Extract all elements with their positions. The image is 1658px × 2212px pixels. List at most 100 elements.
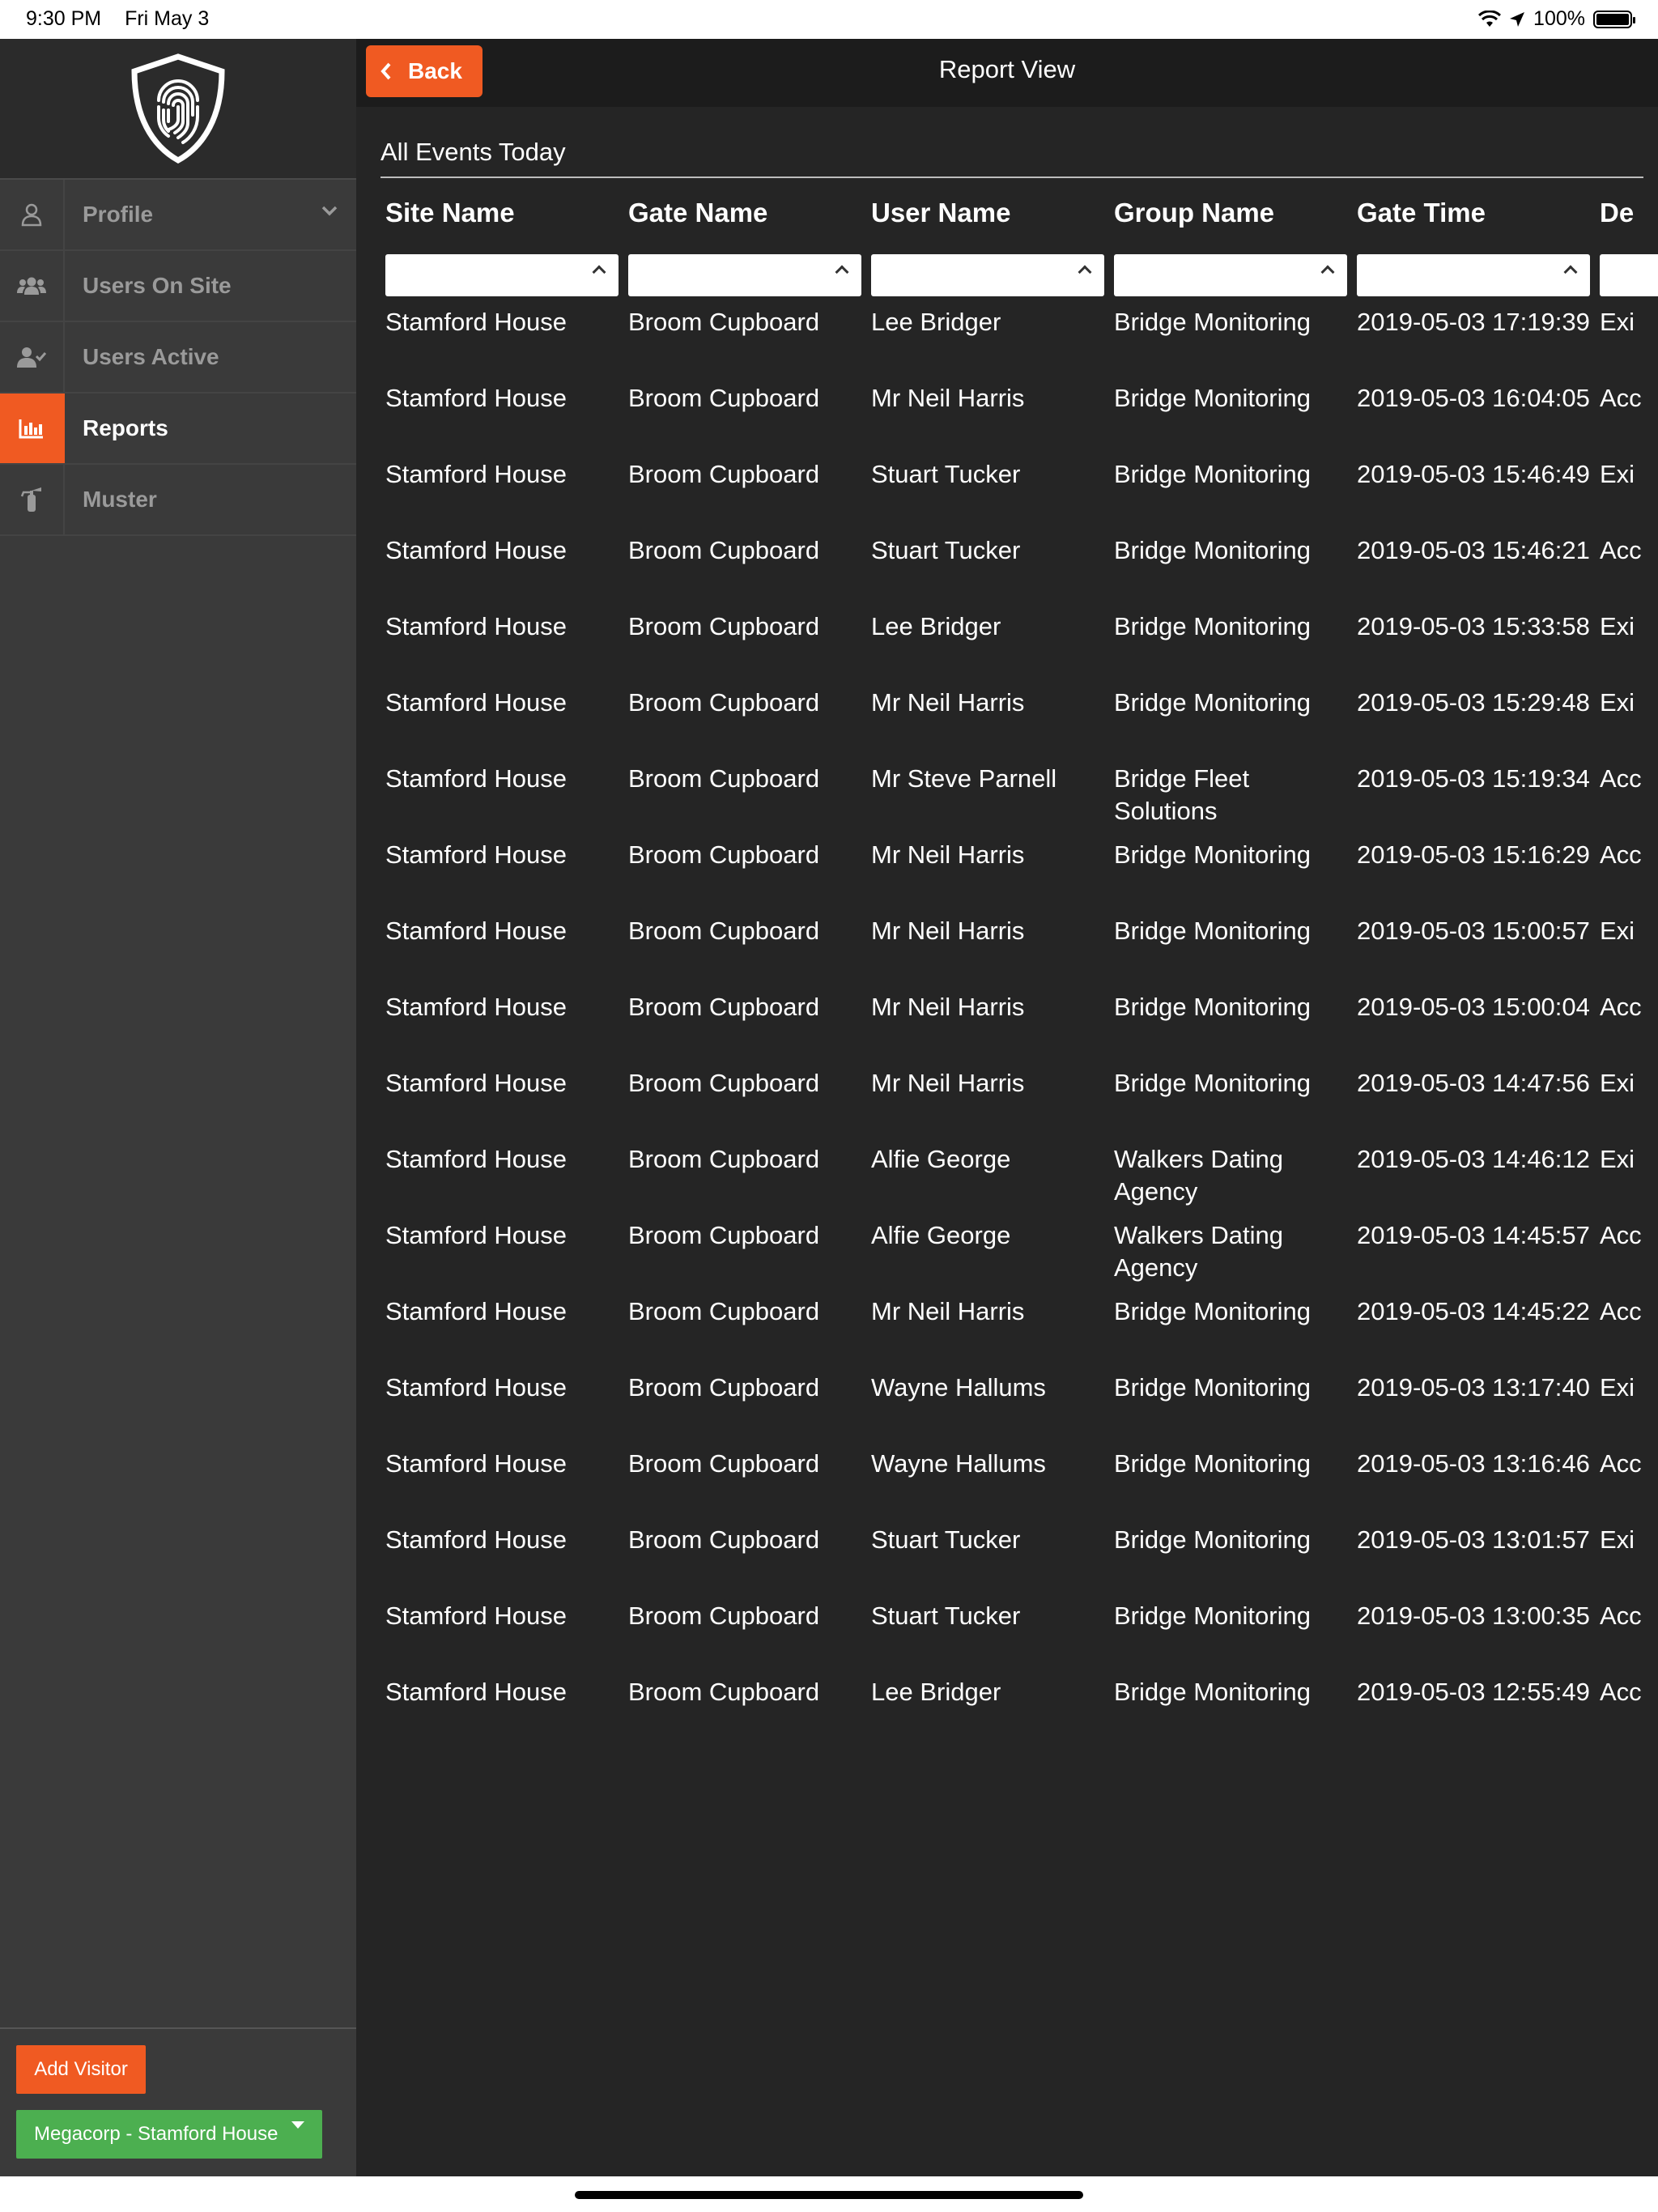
home-indicator [0,2176,1658,2212]
report-table-container[interactable]: Site Name Gate Name User Name Group Name… [385,198,1658,1749]
table-row[interactable]: Stamford House Broom Cupboard Stuart Tucke… [385,455,1658,531]
table-cell: Broom Cupboard [628,1221,820,1249]
table-cell: Stamford House [385,460,567,488]
table-cell: Stamford House [385,1221,567,1249]
table-row[interactable]: Stamford House Broom Cupboard Stuart Tucke… [385,531,1658,607]
divider [380,177,1643,178]
sidebar-item-reports[interactable]: Reports [0,393,356,465]
table-cell: Exi [1600,460,1635,488]
report-table-body: Stamford House Broom Cupboard Lee Bridger B… [385,303,1658,1749]
users-icon [17,277,46,295]
table-cell: 2019-05-03 17:19:39 [1357,308,1590,336]
location-arrow-icon [1510,11,1525,27]
table-cell: Broom Cupboard [628,764,820,793]
add-visitor-button[interactable]: Add Visitor [16,2045,146,2094]
site-select[interactable]: Megacorp - Stamford House [16,2110,322,2159]
table-cell: Acc [1600,536,1642,564]
table-cell: Broom Cupboard [628,1145,820,1173]
status-bar: 9:30 PM Fri May 3 100% [0,0,1658,39]
table-cell: Bridge Monitoring [1114,840,1311,869]
table-row[interactable]: Stamford House Broom Cupboard Mr Neil Harr… [385,379,1658,455]
home-indicator-bar[interactable] [575,2191,1083,2199]
table-cell: Mr Neil Harris [871,688,1025,717]
chevron-up-icon [1320,265,1335,279]
table-cell: 2019-05-03 15:29:48 [1357,688,1590,717]
column-filter-input[interactable] [1357,254,1590,296]
sidebar-item-label: Muster [83,487,157,512]
column-header[interactable]: Gate Name [628,198,871,254]
column-header[interactable]: User Name [871,198,1114,254]
column-header[interactable]: Gate Time [1357,198,1600,254]
table-cell: 2019-05-03 13:01:57 [1357,1525,1590,1554]
column-filter-input[interactable] [628,254,861,296]
column-filter-input[interactable] [1600,254,1658,296]
table-cell: Bridge Monitoring [1114,384,1311,412]
table-row[interactable]: Stamford House Broom Cupboard Lee Bridger B… [385,607,1658,683]
table-cell: 2019-05-03 15:00:57 [1357,917,1590,945]
table-cell: Stuart Tucker [871,1525,1021,1554]
column-header[interactable]: De [1600,198,1658,254]
table-cell: Broom Cupboard [628,1373,820,1402]
table-cell: Broom Cupboard [628,1069,820,1097]
column-filter-input[interactable] [1114,254,1347,296]
column-header[interactable]: Site Name [385,198,628,254]
table-cell: Stamford House [385,1525,567,1554]
table-row[interactable]: Stamford House Broom Cupboard Wayne Hallum… [385,1444,1658,1521]
table-cell: Bridge Monitoring [1114,612,1311,640]
table-cell: Acc [1600,1297,1642,1325]
table-cell: Mr Neil Harris [871,840,1025,869]
table-row[interactable]: Stamford House Broom Cupboard Mr Neil Harr… [385,683,1658,759]
table-cell: 2019-05-03 15:16:29 [1357,840,1590,869]
table-cell: Bridge Monitoring [1114,308,1311,336]
table-cell: Mr Neil Harris [871,917,1025,945]
sidebar-item-profile[interactable]: Profile [0,180,356,251]
table-row[interactable]: Stamford House Broom Cupboard Lee Bridger B… [385,1673,1658,1749]
table-cell: Broom Cupboard [628,612,820,640]
table-cell: Lee Bridger [871,612,1001,640]
table-cell: 2019-05-03 16:04:05 [1357,384,1590,412]
table-cell: 2019-05-03 14:45:57 [1357,1221,1590,1249]
table-row[interactable]: Stamford House Broom Cupboard Mr Neil Harr… [385,1292,1658,1368]
table-cell: Stamford House [385,536,567,564]
table-row[interactable]: Stamford House Broom Cupboard Alfie George… [385,1216,1658,1292]
table-cell: Bridge Monitoring [1114,1602,1311,1630]
battery-icon [1593,10,1635,28]
table-cell: Bridge Monitoring [1114,917,1311,945]
table-cell: 2019-05-03 15:00:04 [1357,993,1590,1021]
sidebar-item-users-active[interactable]: Users Active [0,322,356,393]
table-row[interactable]: Stamford House Broom Cupboard Mr Neil Harr… [385,912,1658,988]
filter-row [385,254,1658,303]
table-cell: Exi [1600,308,1635,336]
table-row[interactable]: Stamford House Broom Cupboard Mr Neil Harr… [385,836,1658,912]
table-row[interactable]: Stamford House Broom Cupboard Stuart Tucke… [385,1521,1658,1597]
table-cell: Alfie George [871,1145,1011,1173]
bar-chart-icon [19,419,43,439]
table-row[interactable]: Stamford House Broom Cupboard Mr Neil Harr… [385,988,1658,1064]
table-cell: Stuart Tucker [871,460,1021,488]
table-cell: 2019-05-03 15:33:58 [1357,612,1590,640]
table-cell: 2019-05-03 13:16:46 [1357,1449,1590,1478]
table-cell: Stuart Tucker [871,1602,1021,1630]
table-row[interactable]: Stamford House Broom Cupboard Wayne Hallum… [385,1368,1658,1444]
table-row[interactable]: Stamford House Broom Cupboard Alfie George… [385,1140,1658,1216]
table-cell: Bridge Monitoring [1114,460,1311,488]
table-row[interactable]: Stamford House Broom Cupboard Mr Neil Harr… [385,1064,1658,1140]
table-row[interactable]: Stamford House Broom Cupboard Stuart Tucke… [385,1597,1658,1673]
column-header[interactable]: Group Name [1114,198,1357,254]
table-cell: Acc [1600,840,1642,869]
caret-down-icon [291,2121,304,2129]
table-cell: Exi [1600,612,1635,640]
chevron-down-icon[interactable] [321,204,338,217]
sidebar-item-users-on-site[interactable]: Users On Site [0,251,356,322]
table-cell: Stamford House [385,1069,567,1097]
column-filter-input[interactable] [871,254,1104,296]
column-filter-input[interactable] [385,254,619,296]
table-cell: Bridge Monitoring [1114,1373,1311,1402]
table-cell: Exi [1600,1145,1635,1173]
table-row[interactable]: Stamford House Broom Cupboard Lee Bridger B… [385,303,1658,379]
wifi-icon [1478,10,1502,27]
sidebar-item-muster[interactable]: Muster [0,465,356,536]
table-cell: Bridge Fleet Solutions [1114,764,1250,825]
table-cell: Stamford House [385,1373,567,1402]
table-row[interactable]: Stamford House Broom Cupboard Mr Steve Par… [385,759,1658,836]
